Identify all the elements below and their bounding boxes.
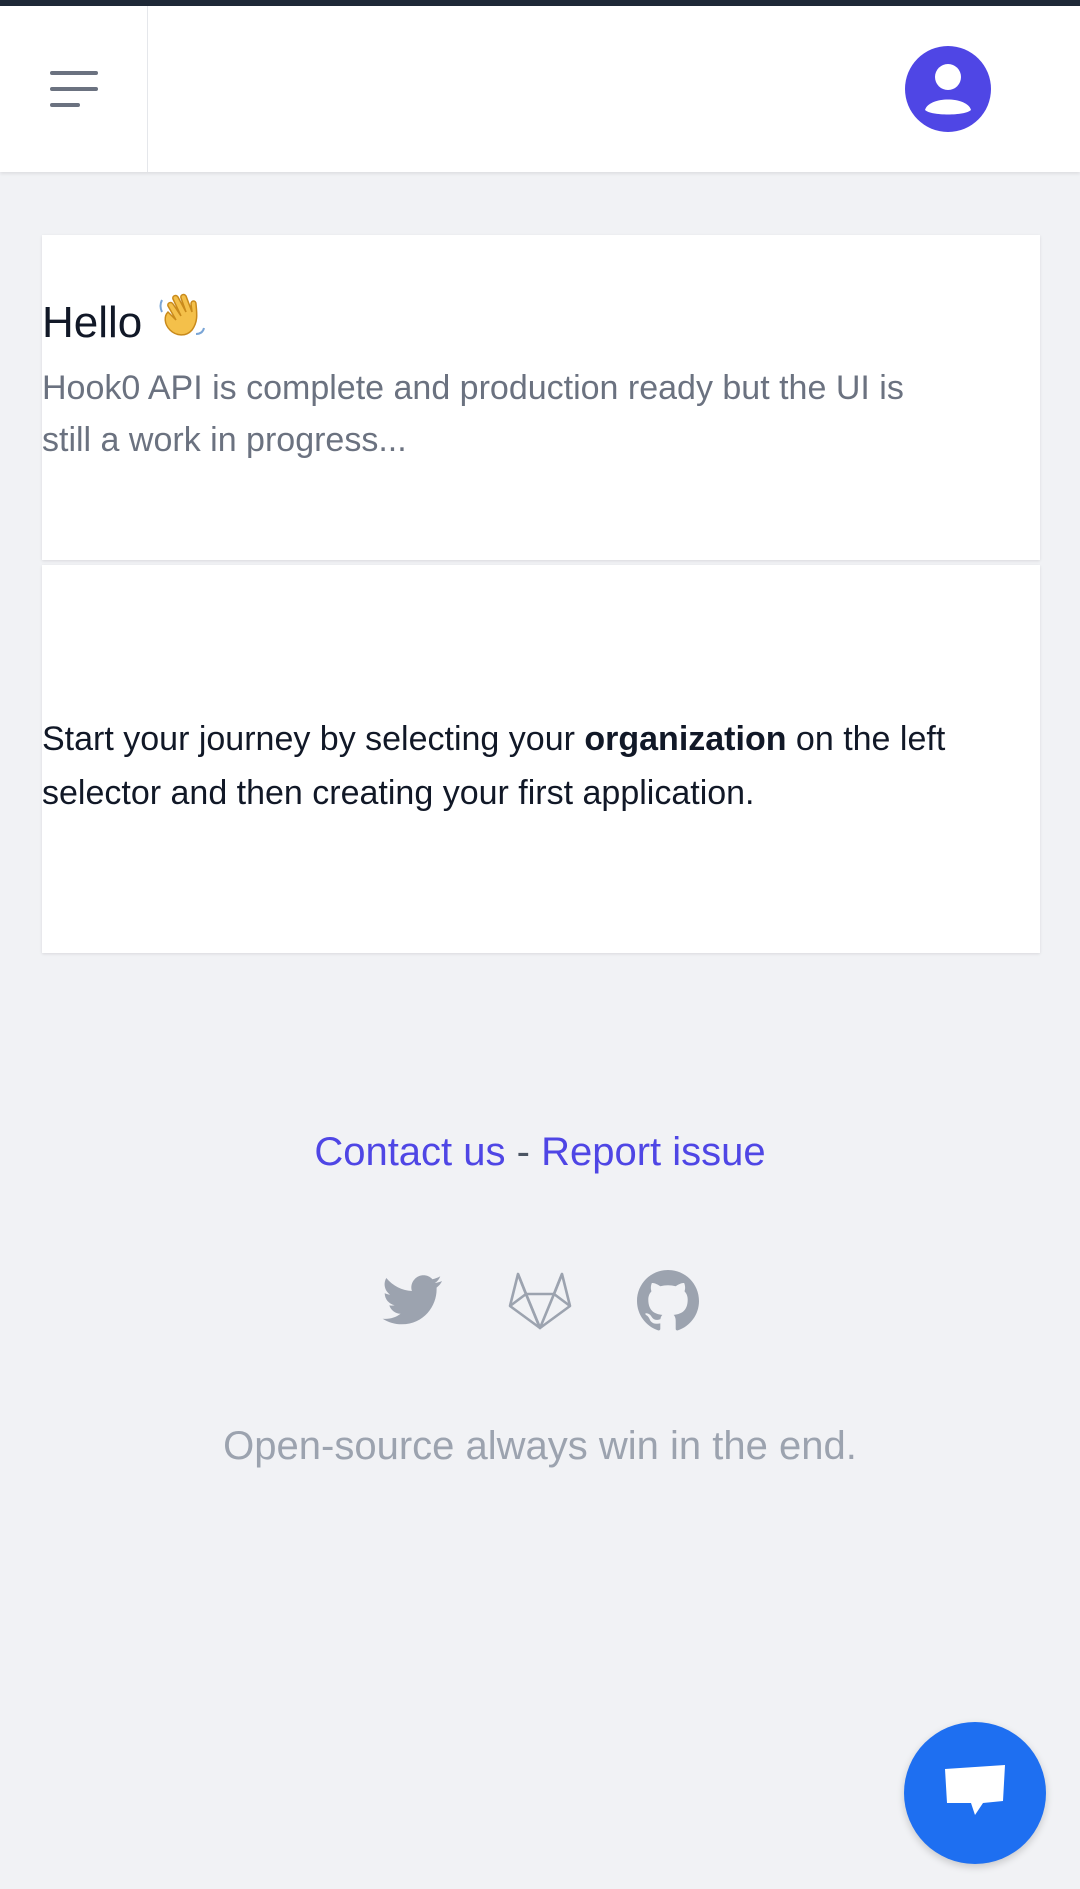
user-avatar-button[interactable] bbox=[905, 46, 991, 132]
footer-tagline: Open-source always win in the end. bbox=[223, 1424, 857, 1468]
journey-text-before: Start your journey by selecting your bbox=[42, 720, 585, 758]
link-separator: - bbox=[516, 1130, 530, 1174]
waving-hand-icon bbox=[156, 290, 208, 356]
top-header bbox=[0, 6, 1080, 172]
welcome-title-text: Hello bbox=[42, 298, 143, 347]
footer-links: Contact us - Report issue bbox=[0, 1122, 1080, 1182]
menu-icon bbox=[48, 69, 100, 109]
gitlab-icon[interactable] bbox=[507, 1268, 573, 1334]
user-avatar-icon bbox=[905, 46, 991, 132]
journey-text-organization: organization bbox=[584, 720, 787, 758]
github-icon[interactable] bbox=[635, 1268, 701, 1334]
menu-button[interactable] bbox=[0, 6, 148, 172]
contact-us-link[interactable]: Contact us bbox=[314, 1130, 505, 1174]
welcome-subtitle: Hook0 API is complete and production rea… bbox=[42, 369, 904, 459]
report-issue-link[interactable]: Report issue bbox=[541, 1130, 766, 1174]
social-links bbox=[0, 1268, 1080, 1334]
welcome-title: Hello bbox=[42, 290, 208, 356]
chat-button[interactable] bbox=[904, 1722, 1046, 1864]
twitter-icon[interactable] bbox=[379, 1268, 445, 1334]
journey-text: Start your journey by selecting your org… bbox=[42, 712, 972, 820]
chat-icon bbox=[939, 1761, 1011, 1826]
